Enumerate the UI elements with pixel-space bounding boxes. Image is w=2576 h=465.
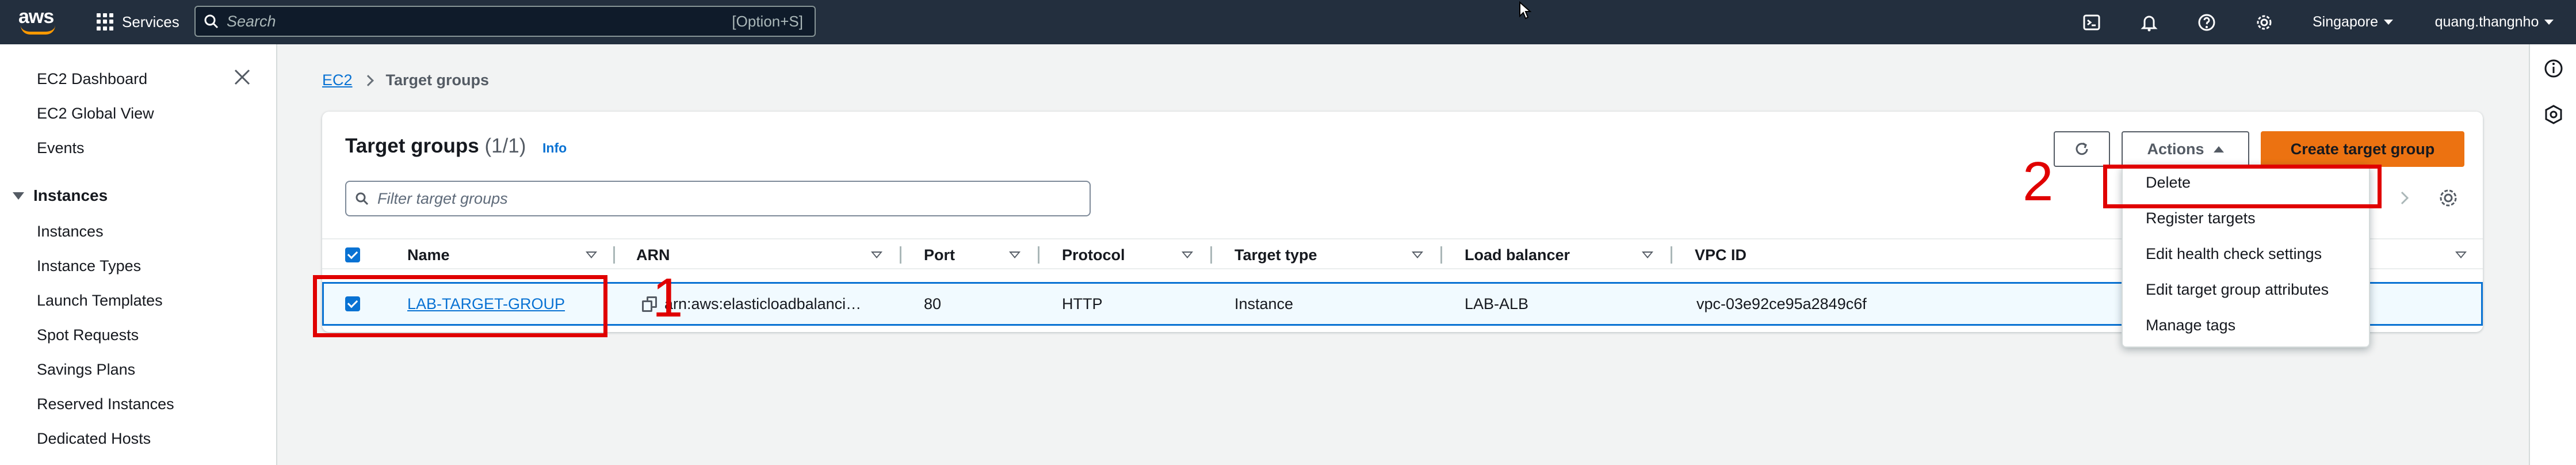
aws-logo-smile xyxy=(21,25,55,35)
sidebar-section-label: Instances xyxy=(33,186,108,204)
info-link[interactable]: Info xyxy=(542,140,567,156)
menu-item-edit-health-check[interactable]: Edit health check settings xyxy=(2146,245,2322,263)
right-tools-rail xyxy=(2529,44,2576,465)
region-label: Singapore xyxy=(2313,14,2378,30)
explore-hexagon-icon[interactable] xyxy=(2543,104,2564,125)
sidebar-item-ec2-global-view[interactable]: EC2 Global View xyxy=(37,105,154,123)
refresh-icon xyxy=(2076,142,2088,155)
help-icon[interactable] xyxy=(2192,0,2222,44)
sort-icon[interactable] xyxy=(1642,239,1653,270)
search-icon xyxy=(346,182,377,215)
vpc-id-cell: vpc-03e92ce95a2849c6f xyxy=(1696,295,1867,312)
sort-icon[interactable] xyxy=(1412,239,1423,270)
mouse-cursor-icon xyxy=(1519,1,1532,24)
sidebar-item-reserved-instances[interactable]: Reserved Instances xyxy=(37,395,174,413)
column-divider[interactable] xyxy=(1210,246,1212,264)
services-menu-button[interactable]: Services xyxy=(97,10,179,33)
sidebar-item-dedicated-hosts[interactable]: Dedicated Hosts xyxy=(37,430,151,448)
chevron-down-icon xyxy=(2544,20,2554,25)
column-header-port[interactable]: Port xyxy=(924,239,955,270)
caret-down-icon xyxy=(13,192,24,200)
column-header-target-type[interactable]: Target type xyxy=(1235,239,1317,270)
menu-item-register-targets[interactable]: Register targets xyxy=(2146,209,2256,227)
preferences-gear-icon[interactable] xyxy=(2437,186,2460,209)
account-label: quang.thangnho xyxy=(2434,14,2539,30)
sidebar-item-launch-templates[interactable]: Launch Templates xyxy=(37,292,163,310)
settings-gear-icon[interactable] xyxy=(2249,0,2279,44)
sort-icon[interactable] xyxy=(1182,239,1193,270)
column-header-protocol[interactable]: Protocol xyxy=(1062,239,1125,270)
target-type-cell: Instance xyxy=(1235,295,1294,312)
page-title: Target groups (1/1) xyxy=(345,135,526,158)
sidebar-item-ec2-dashboard[interactable]: EC2 Dashboard xyxy=(37,70,147,88)
caret-up-icon xyxy=(2213,146,2224,153)
column-header-load-balancer[interactable]: Load balancer xyxy=(1465,239,1570,270)
create-target-group-button[interactable]: Create target group xyxy=(2261,131,2464,167)
arn-cell: arn:aws:elasticloadbalanci… xyxy=(664,295,862,312)
sidebar-item-events[interactable]: Events xyxy=(37,139,85,157)
grid-icon xyxy=(97,13,114,31)
panel-title-text: Target groups xyxy=(345,135,479,157)
column-divider[interactable] xyxy=(900,246,901,264)
column-header-arn[interactable]: ARN xyxy=(636,239,670,270)
annotation-number-2: 2 xyxy=(2023,151,2054,212)
menu-item-manage-tags[interactable]: Manage tags xyxy=(2146,317,2235,334)
global-search-input[interactable] xyxy=(227,12,732,31)
region-selector[interactable]: Singapore xyxy=(2307,0,2399,44)
selection-count: (1/1) xyxy=(484,135,526,157)
column-header-name[interactable]: Name xyxy=(407,239,450,270)
filter-box[interactable] xyxy=(345,181,1091,216)
sidebar-item-spot-requests[interactable]: Spot Requests xyxy=(37,326,139,344)
top-navigation: aws Services [Option+S] Singapore quang.… xyxy=(0,0,2576,44)
breadcrumb: EC2 Target groups xyxy=(322,71,489,89)
breadcrumb-ec2-link[interactable]: EC2 xyxy=(322,71,353,89)
chevron-right-icon xyxy=(362,74,374,86)
search-icon xyxy=(196,7,227,36)
sort-icon[interactable] xyxy=(2455,239,2467,270)
chevron-down-icon xyxy=(2383,20,2393,25)
annotation-number-1: 1 xyxy=(652,267,683,329)
sort-icon[interactable] xyxy=(586,239,597,270)
annotation-box-2 xyxy=(2103,165,2382,208)
annotation-box-1 xyxy=(313,275,607,337)
actions-label: Actions xyxy=(2147,140,2204,158)
sidebar-item-instances[interactable]: Instances xyxy=(37,223,104,241)
load-balancer-cell: LAB-ALB xyxy=(1465,295,1529,312)
protocol-cell: HTTP xyxy=(1062,295,1103,312)
info-panel-icon[interactable] xyxy=(2543,58,2564,79)
menu-item-edit-attributes[interactable]: Edit target group attributes xyxy=(2146,281,2329,299)
notifications-bell-icon[interactable] xyxy=(2134,0,2164,44)
sidebar-section-instances[interactable]: Instances xyxy=(13,186,108,205)
side-navigation: EC2 Dashboard EC2 Global View Events Ins… xyxy=(0,44,277,465)
column-divider[interactable] xyxy=(613,246,615,264)
column-divider[interactable] xyxy=(1038,246,1039,264)
actions-dropdown-button[interactable]: Actions xyxy=(2122,131,2249,167)
next-page-icon[interactable] xyxy=(2394,188,2415,208)
sort-icon[interactable] xyxy=(871,239,882,270)
global-search[interactable]: [Option+S] xyxy=(194,6,816,37)
search-shortcut-hint: [Option+S] xyxy=(732,12,803,30)
port-cell: 80 xyxy=(924,295,942,312)
account-menu[interactable]: quang.thangnho xyxy=(2423,0,2566,44)
sidebar-item-instance-types[interactable]: Instance Types xyxy=(37,257,141,275)
refresh-button[interactable] xyxy=(2054,131,2110,167)
close-icon[interactable] xyxy=(232,67,252,87)
sidebar-item-savings-plans[interactable]: Savings Plans xyxy=(37,361,135,379)
column-header-vpc-id[interactable]: VPC ID xyxy=(1695,239,1746,270)
column-divider[interactable] xyxy=(1671,246,1672,264)
sort-icon[interactable] xyxy=(1009,239,1021,270)
filter-target-groups-input[interactable] xyxy=(377,189,1090,208)
select-all-checkbox[interactable] xyxy=(345,239,360,270)
aws-logo[interactable]: aws xyxy=(18,6,59,38)
column-divider[interactable] xyxy=(1440,246,1442,264)
breadcrumb-current: Target groups xyxy=(385,71,490,89)
services-label: Services xyxy=(122,13,179,31)
cloudshell-icon[interactable] xyxy=(2077,0,2107,44)
